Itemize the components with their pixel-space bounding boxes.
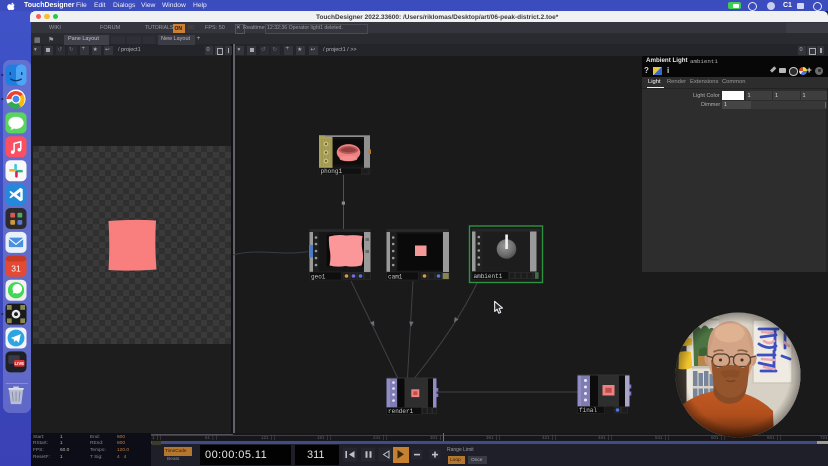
svg-text:ambient1: ambient1 — [474, 273, 503, 280]
svg-text:LIVE: LIVE — [14, 361, 24, 366]
svg-text:final: final — [579, 407, 597, 414]
svg-text:geo1: geo1 — [311, 273, 326, 280]
svg-text:phong1: phong1 — [321, 168, 343, 175]
svg-text:render1: render1 — [388, 408, 414, 415]
svg-text:31: 31 — [11, 264, 21, 274]
svg-text:cam1: cam1 — [388, 273, 403, 280]
